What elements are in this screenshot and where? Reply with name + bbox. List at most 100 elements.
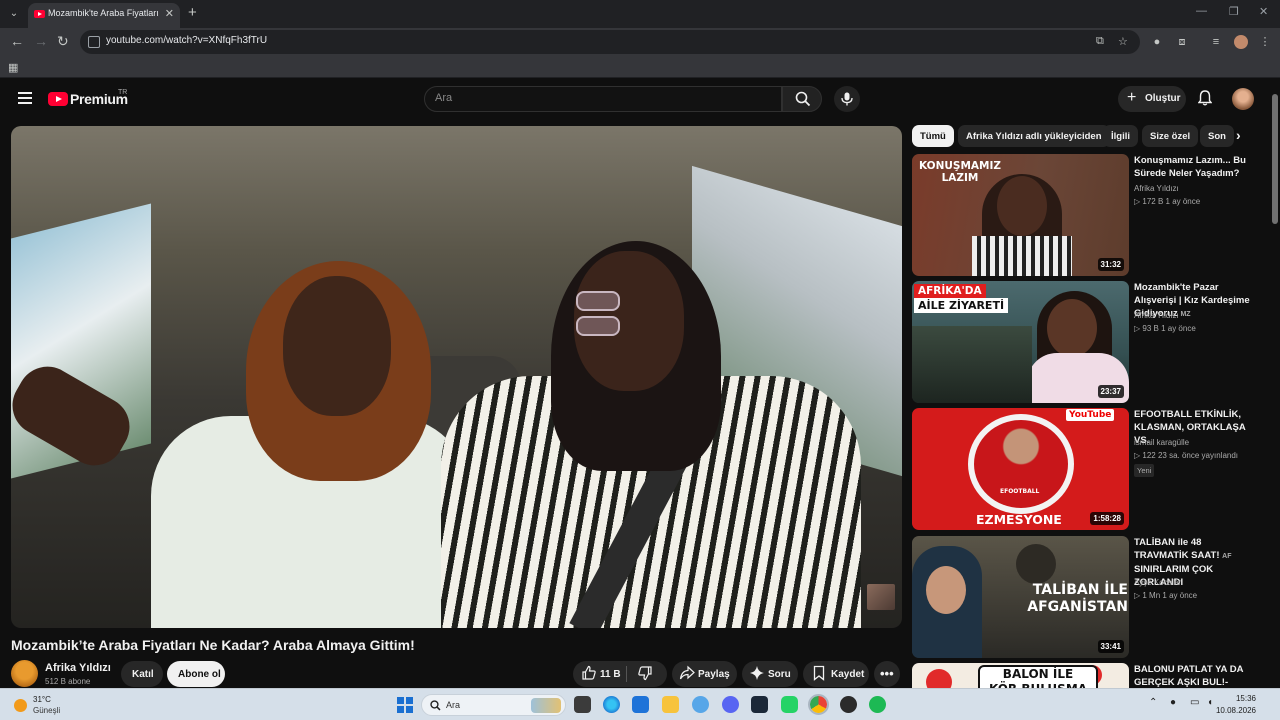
- site-info-icon[interactable]: [88, 36, 100, 48]
- reading-list-icon[interactable]: ≡: [1209, 35, 1223, 49]
- dislike-thumbs-down-icon[interactable]: [637, 665, 653, 681]
- network-app-icon[interactable]: [692, 696, 709, 713]
- minimize-icon[interactable]: —: [1196, 5, 1207, 17]
- join-button[interactable]: Katıl: [121, 661, 163, 687]
- taskbar-search[interactable]: Ara: [421, 694, 566, 716]
- spotify-icon[interactable]: [869, 696, 886, 713]
- recommendation-title[interactable]: BALONU PATLAT YA DA GERÇEK AŞKI BUL!- BÖ…: [1134, 663, 1257, 688]
- back-arrow-icon[interactable]: ←: [10, 33, 24, 49]
- recommendation-channel[interactable]: Afrika Yıldızı: [1134, 311, 1179, 320]
- discord-icon[interactable]: [722, 696, 739, 713]
- save-label: Kaydet: [831, 669, 865, 680]
- thumb-crowd: [912, 326, 1032, 403]
- video-duration: 31:32: [1097, 258, 1124, 271]
- search-box[interactable]: [424, 86, 782, 112]
- recommendation-channel[interactable]: ismail karagülle: [1134, 438, 1189, 447]
- window-close-icon[interactable]: ✕: [1259, 5, 1268, 18]
- share-button[interactable]: Paylaş: [672, 661, 737, 687]
- windows-start-icon[interactable]: [397, 697, 413, 713]
- recommendation-thumbnail[interactable]: KONUŞMAMIZ LAZIM 31:32: [912, 154, 1129, 276]
- apps-grid-icon[interactable]: ▦: [8, 61, 18, 74]
- channel-avatar[interactable]: [11, 660, 38, 687]
- microsoft-store-icon[interactable]: [632, 696, 649, 713]
- save-button[interactable]: Kaydet: [803, 661, 869, 687]
- page-scrollbar[interactable]: [1270, 80, 1280, 688]
- recommendation-thumbnail[interactable]: AFRİKA'DA AİLE ZİYARETİ 23:37: [912, 281, 1129, 403]
- whatsapp-icon[interactable]: [781, 696, 798, 713]
- recommendation-channel[interactable]: Ayşe Kocalar: [1134, 578, 1181, 587]
- like-divider: [626, 666, 627, 682]
- guide-menu-icon[interactable]: [18, 92, 32, 104]
- search-highlight-image: [531, 698, 561, 713]
- show-hidden-icons-chevron[interactable]: ⌃: [1149, 697, 1157, 708]
- address-url[interactable]: youtube.com/watch?v=XNfqFh3fTrU: [106, 35, 267, 46]
- tab-close-icon[interactable]: ✕: [165, 7, 174, 20]
- clock-date[interactable]: 10.08.2026: [1216, 706, 1256, 715]
- channel-watermark[interactable]: [867, 584, 895, 610]
- subscribe-label: Abone ol: [178, 669, 221, 680]
- search-button[interactable]: [782, 86, 822, 112]
- extension-cookie-icon[interactable]: ●: [1150, 35, 1164, 49]
- create-button[interactable]: + Oluştur: [1118, 86, 1186, 112]
- task-view-icon[interactable]: [574, 696, 591, 713]
- weather-temperature[interactable]: 31°C: [33, 695, 51, 704]
- chip-for-you[interactable]: Size özel: [1142, 125, 1199, 147]
- recommendation-item[interactable]: TALİBAN İLE AFGANİSTAN 33:41 TALİBAN ile…: [912, 536, 1257, 658]
- chip-all[interactable]: Tümü: [912, 125, 954, 147]
- channel-name[interactable]: Afrika Yıldızı: [45, 662, 111, 674]
- chip-from-uploader[interactable]: Afrika Yıldızı adlı yükleyiciden: [958, 125, 1110, 147]
- notifications-bell-icon[interactable]: [1198, 90, 1212, 106]
- recommendation-title[interactable]: Konuşmamız Lazım... Bu Sürede Neler Yaşa…: [1134, 154, 1258, 180]
- chip-recent[interactable]: Son: [1200, 125, 1234, 147]
- windows-taskbar: 31°C Güneşli Ara ⌃ ● ▭ ◖ 15:36 10.08.202…: [0, 688, 1280, 720]
- browser-tab-active[interactable]: Mozambik'te Araba Fiyatları Ne ✕: [28, 3, 180, 28]
- youtube-logo-icon[interactable]: [48, 92, 68, 106]
- video-player[interactable]: [11, 126, 902, 628]
- voice-search-button[interactable]: [834, 86, 860, 112]
- monitor-network-icon[interactable]: ▭: [1190, 697, 1199, 708]
- subscribe-button[interactable]: Abone ol: [167, 661, 225, 687]
- recommendation-thumbnail[interactable]: BALON İLE KÖR BULUŞMA: [912, 663, 1129, 688]
- recommendation-channel[interactable]: Afrika Yıldızı: [1134, 184, 1179, 193]
- ask-button[interactable]: Soru: [742, 661, 798, 687]
- new-tab-button[interactable]: +: [188, 4, 197, 21]
- reload-icon[interactable]: ↻: [57, 33, 69, 50]
- record-app-icon[interactable]: [840, 696, 857, 713]
- volume-icon[interactable]: ◖: [1207, 697, 1213, 708]
- extensions-puzzle-icon[interactable]: ⧈: [1175, 35, 1189, 49]
- install-app-icon[interactable]: ⧉: [1096, 35, 1104, 48]
- chip-related[interactable]: İlgili: [1103, 125, 1138, 147]
- edge-browser-icon[interactable]: [603, 696, 620, 713]
- recommendation-item[interactable]: BALON İLE KÖR BULUŞMA BALONU PATLAT YA D…: [912, 663, 1257, 688]
- sun-weather-icon[interactable]: [14, 699, 27, 712]
- tab-search-icon[interactable]: ⌄: [6, 6, 22, 22]
- chrome-icon[interactable]: [808, 694, 829, 715]
- upload-age: 1 ay önce: [1161, 324, 1196, 333]
- bookmark-star-icon[interactable]: ☆: [1118, 35, 1128, 48]
- search-icon: [430, 700, 441, 711]
- chevron-right-icon[interactable]: ›: [1236, 127, 1241, 143]
- browser-toolbar: ← → ↻ youtube.com/watch?v=XNfqFh3fTrU ⧉ …: [0, 28, 1280, 56]
- browser-profile-avatar[interactable]: [1234, 35, 1248, 49]
- recommendation-item[interactable]: EFOOTBALL YouTube EZMESYONE 1:58:28 EFOO…: [912, 408, 1257, 530]
- recommendation-item[interactable]: KONUŞMAMIZ LAZIM 31:32 Konuşmamız Lazım.…: [912, 154, 1257, 276]
- more-actions-button[interactable]: •••: [874, 661, 900, 687]
- forward-arrow-icon[interactable]: →: [34, 33, 48, 49]
- browser-menu-icon[interactable]: ⋮: [1258, 35, 1272, 49]
- weather-description[interactable]: Güneşli: [33, 706, 60, 715]
- search-input[interactable]: [435, 92, 765, 104]
- recommendation-item[interactable]: AFRİKA'DA AİLE ZİYARETİ 23:37 Mozambik't…: [912, 281, 1257, 403]
- restore-icon[interactable]: ❐: [1229, 5, 1239, 18]
- thumbnail-caption: KONUŞMAMIZ LAZIM: [918, 160, 1001, 184]
- scrollbar-thumb[interactable]: [1272, 94, 1278, 224]
- account-avatar[interactable]: [1232, 88, 1254, 110]
- file-explorer-icon[interactable]: [662, 696, 679, 713]
- clock-time[interactable]: 15:36: [1236, 694, 1256, 703]
- recommendation-thumbnail[interactable]: EFOOTBALL YouTube EZMESYONE 1:58:28: [912, 408, 1129, 530]
- recommendation-thumbnail[interactable]: TALİBAN İLE AFGANİSTAN 33:41: [912, 536, 1129, 658]
- address-bar[interactable]: youtube.com/watch?v=XNfqFh3fTrU ⧉ ☆: [80, 30, 1140, 54]
- like-count[interactable]: 11 B: [600, 669, 621, 680]
- like-thumbs-up-icon[interactable]: [581, 665, 597, 681]
- steam-icon[interactable]: [751, 696, 768, 713]
- microphone-tray-icon[interactable]: ●: [1170, 697, 1176, 708]
